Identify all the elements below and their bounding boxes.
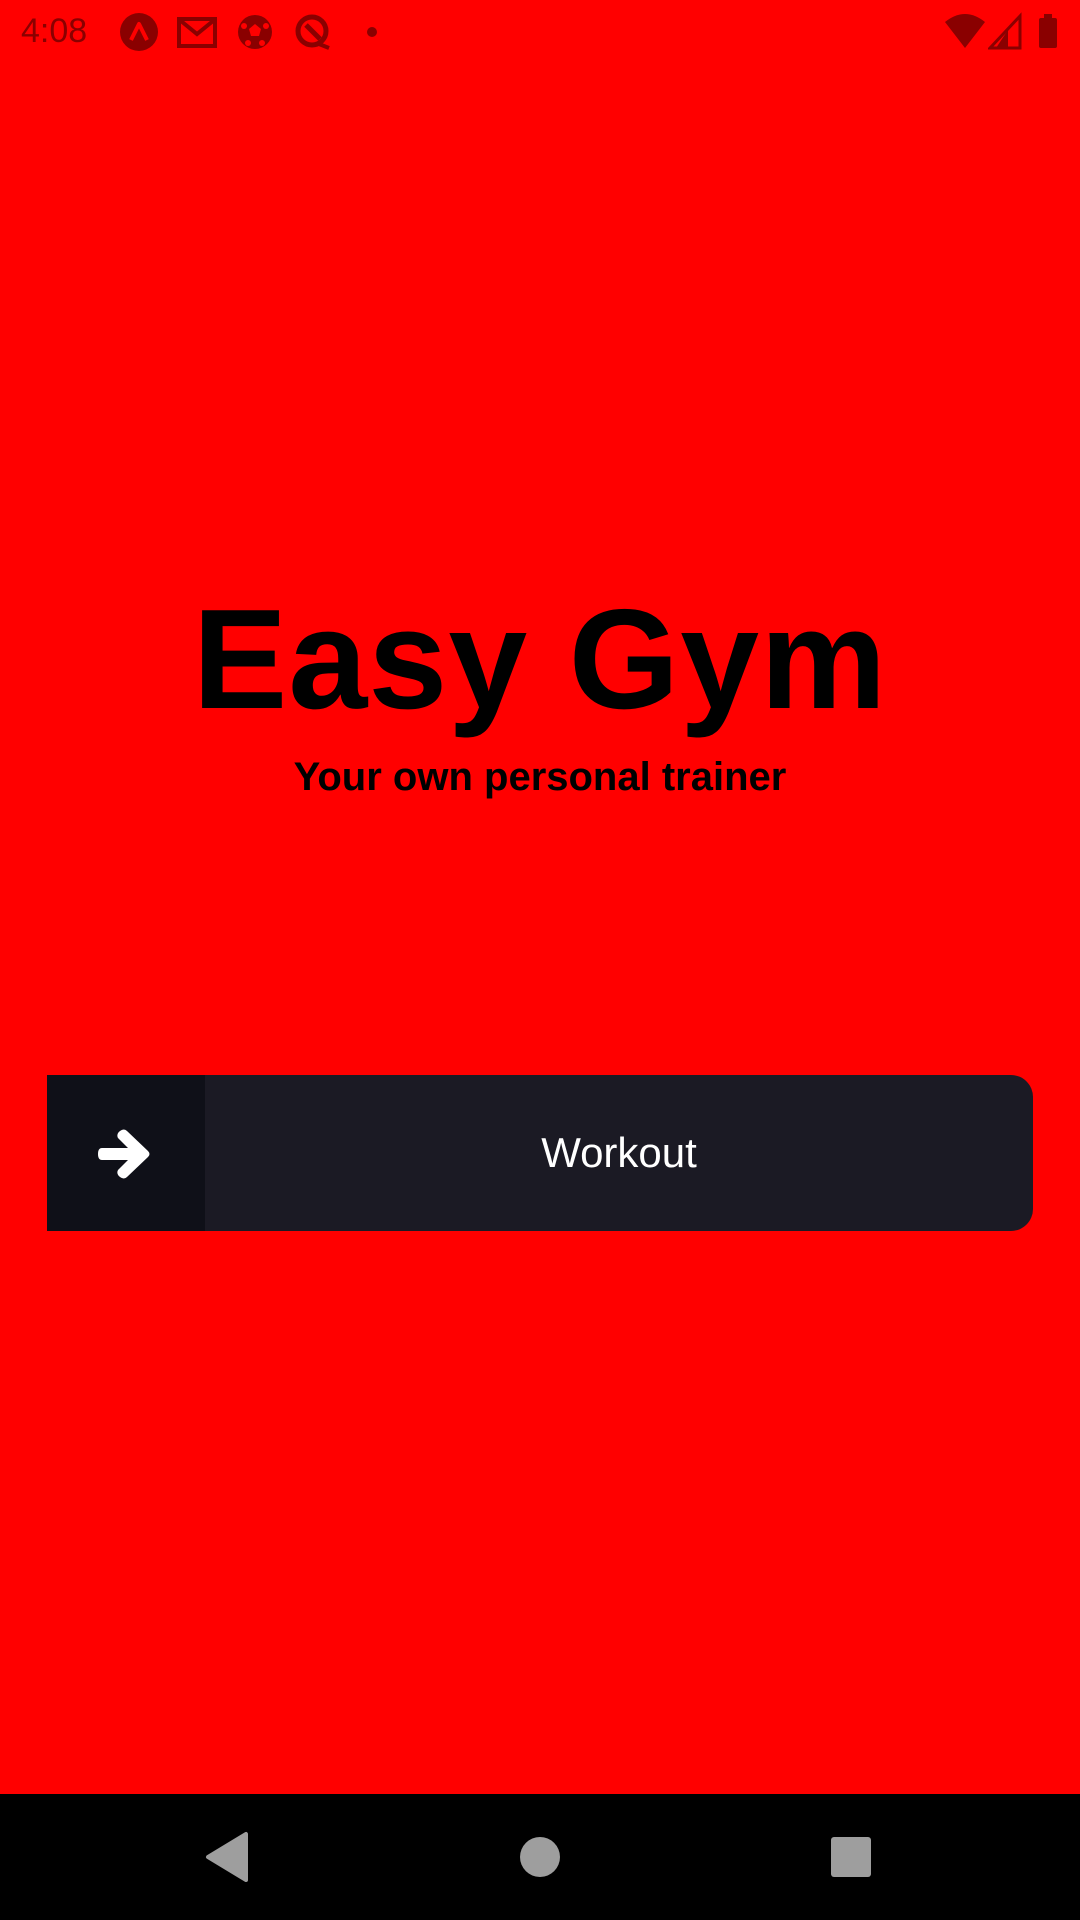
status-time: 4:08: [21, 12, 88, 50]
recents-icon[interactable]: [818, 1824, 884, 1890]
signal-icon: [986, 12, 1022, 52]
battery-icon: [1037, 12, 1059, 52]
navigation-bar: [0, 1794, 1080, 1920]
app-screen: 4:08 Easy Gym Your own personal trainer …: [0, 0, 1080, 1920]
gmail-icon: [177, 12, 217, 52]
soccer-ball-icon: [235, 12, 275, 52]
home-icon[interactable]: [507, 1824, 573, 1890]
workout-icon-container: [47, 1075, 205, 1231]
status-bar: 4:08: [0, 0, 1080, 63]
workout-button-label: Workout: [541, 1129, 697, 1176]
app-subtitle: Your own personal trainer: [293, 755, 787, 799]
a-app-icon: [119, 12, 159, 52]
back-icon[interactable]: [196, 1824, 262, 1890]
wifi-icon: [944, 12, 986, 52]
dot-icon: [352, 12, 392, 52]
app-title: Easy Gym: [192, 580, 888, 739]
q-app-icon: [293, 12, 333, 52]
arrow-right-icon: [98, 1129, 150, 1179]
workout-button[interactable]: Workout: [47, 1075, 1033, 1231]
